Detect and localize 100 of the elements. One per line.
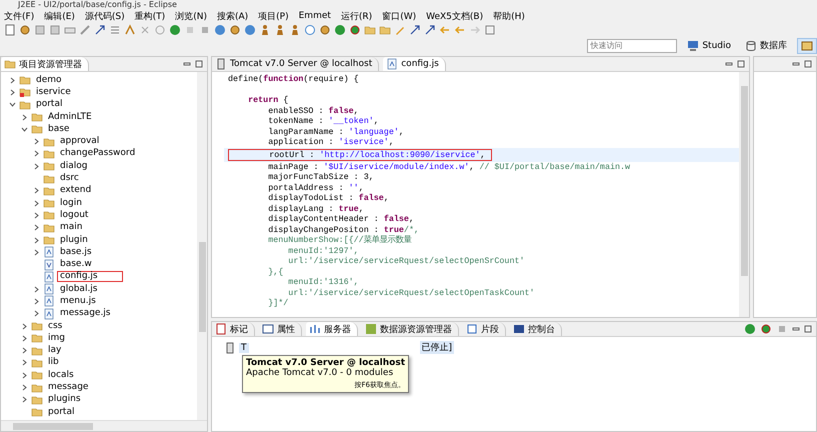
window-icon[interactable] [484, 24, 496, 36]
tree-item[interactable]: lay [45, 345, 64, 356]
minimize-icon[interactable] [792, 60, 800, 68]
tree-item[interactable]: portal [45, 406, 78, 418]
monitor-icon [687, 40, 700, 52]
server-name[interactable]: T [239, 342, 248, 352]
folder-icon [19, 98, 31, 111]
console-icon [513, 323, 525, 335]
tree-item[interactable]: extend [57, 185, 94, 196]
person-icon[interactable] [289, 24, 301, 36]
folder-icon [43, 172, 55, 185]
menu-item[interactable]: 源代码(S) [84, 10, 125, 22]
code-line: displayChangePositon : true/*, [267, 224, 419, 235]
maximize-icon[interactable] [195, 60, 203, 68]
perspective-button[interactable]: Studio [683, 38, 735, 54]
maximize-icon[interactable] [737, 60, 745, 68]
circle-icon[interactable] [304, 24, 316, 36]
list-icon[interactable] [109, 24, 121, 36]
tree-item[interactable]: AdminLTE [45, 112, 95, 123]
tree-item[interactable]: css [45, 320, 66, 332]
person-icon[interactable] [259, 24, 271, 36]
menu-item[interactable]: 文件(F) [4, 10, 34, 22]
minimize-icon[interactable] [725, 60, 733, 68]
minimize-icon[interactable] [183, 60, 191, 68]
scrollbar[interactable] [197, 72, 207, 420]
arrow-icon[interactable] [94, 24, 106, 36]
tree-item[interactable]: config.js [57, 271, 123, 282]
menu-item[interactable]: Emmet [298, 11, 331, 21]
tree-item[interactable]: changePassword [57, 148, 138, 160]
arrow-icon[interactable] [424, 24, 436, 36]
horizontal-scrollbar[interactable] [1, 420, 207, 431]
menu-item[interactable]: 项目(P) [258, 10, 289, 22]
new-file-icon[interactable] [4, 24, 16, 36]
project-folder-icon [19, 86, 31, 98]
code-line: menuNumberShow:[{//菜单显示数量 [267, 235, 412, 246]
tree-item[interactable]: locals [45, 370, 77, 381]
file-icon [43, 246, 55, 258]
code-line: portalAddress : '', [267, 182, 364, 193]
code-line: majorFuncTabSize : 3, [267, 172, 374, 182]
arrow-icon[interactable] [409, 24, 421, 36]
tree-item[interactable]: base.w [57, 259, 95, 270]
perspective-button[interactable]: 数据库 [741, 38, 791, 54]
menu-item[interactable]: 浏览(N) [175, 10, 207, 22]
folder-icon [43, 148, 55, 160]
code-line: langParamName : 'language', [267, 126, 404, 137]
perspective-button[interactable] [797, 38, 817, 54]
menu-item[interactable]: 搜索(A) [216, 10, 248, 22]
menu-item[interactable]: WeX5文档(B) [426, 10, 484, 22]
code-line: }]*/ [267, 298, 288, 308]
folder-icon [31, 406, 43, 418]
view-tab[interactable]: 项目资源管理器 [1, 57, 89, 71]
tree-item[interactable]: iservice [33, 86, 74, 98]
tree-item[interactable]: demo [33, 74, 65, 86]
minimize-icon[interactable] [792, 325, 800, 333]
folder-icon [43, 197, 55, 210]
tree-item[interactable]: message.js [57, 308, 114, 320]
scrollbar[interactable] [739, 72, 749, 317]
editor-tab[interactable]: config.js [383, 57, 446, 71]
file-icon [43, 283, 55, 296]
tree-item[interactable]: global.js [57, 284, 100, 295]
maximize-icon[interactable] [804, 60, 812, 68]
maximize-icon[interactable] [804, 325, 812, 333]
code-line: menuId:'1316', [287, 277, 359, 288]
tree-item[interactable]: menu.js [57, 296, 99, 307]
code-line: displayLang : true, [267, 204, 364, 214]
tree-item[interactable]: lib [45, 357, 62, 368]
folder-icon [31, 382, 43, 394]
code-line: mainPage : '$UI/iservice/module/index.w', // $UI/portal/base/main/main.w [267, 162, 630, 172]
tree-item[interactable]: logout [57, 210, 92, 221]
code-line: url:'/iservice/serviceRquest/selectOpenSrCount' [287, 256, 525, 266]
code-line: },{ [267, 266, 284, 277]
code-line: return { [247, 95, 288, 106]
datasource-icon [365, 323, 377, 335]
tree-item[interactable]: login [57, 198, 85, 209]
tooltip-title: Tomcat v7.0 Server @ localhost [246, 358, 406, 368]
code-line: url:'/iservice/serviceRquest/selectOpenTaskCount' [288, 288, 535, 298]
tree-item[interactable]: img [45, 332, 68, 344]
quick-access-field[interactable]: 快速访问 [587, 38, 678, 52]
tree-item[interactable]: approval [57, 136, 102, 148]
tree-item[interactable]: dialog [57, 160, 90, 172]
tree-item[interactable]: portal [33, 99, 66, 110]
tree-item[interactable]: plugin [57, 234, 91, 246]
person-icon[interactable] [274, 24, 286, 36]
window-title: J2EE - UI2/portal/base/config.js - Eclipse [16, 0, 177, 10]
view-tab[interactable]: 服务器 [306, 322, 358, 336]
folder-icon [31, 369, 43, 382]
tree-item[interactable]: dsrc [57, 173, 82, 184]
menu-item[interactable]: 运行(R) [340, 10, 372, 22]
folder-icon [43, 234, 55, 246]
tree-item[interactable]: base.js [57, 246, 95, 258]
menu-item[interactable]: 窗口(W) [382, 10, 416, 22]
menu-item[interactable]: 帮助(H) [493, 10, 525, 22]
tree-item[interactable]: base [45, 124, 72, 135]
folder-icon [43, 209, 55, 222]
tree-item[interactable]: message [45, 382, 92, 394]
menu-item[interactable]: 重构(T) [134, 10, 166, 22]
tree-item[interactable]: main [57, 222, 86, 234]
menu-item[interactable]: 编辑(E) [44, 10, 75, 22]
tree-item[interactable]: plugins [45, 394, 84, 406]
folder-icon [31, 344, 43, 357]
